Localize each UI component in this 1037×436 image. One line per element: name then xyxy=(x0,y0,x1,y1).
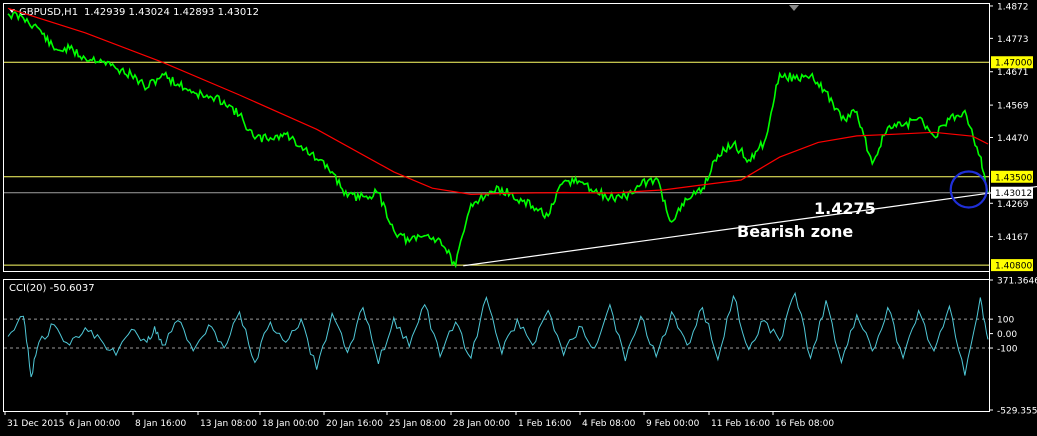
level-price-label: 1.47000 xyxy=(995,59,1032,69)
cci-tick-label: 100 xyxy=(997,316,1014,326)
price-annotation: 1.4275 xyxy=(814,199,876,218)
level-price-label: 1.40800 xyxy=(995,262,1032,272)
price-tick-label: 1.4167 xyxy=(997,233,1029,243)
price-tick-label: 1.4470 xyxy=(997,134,1029,144)
mt4-chart-window[interactable]: GBPUSD,H1 1.42939 1.43024 1.42893 1.4301… xyxy=(0,0,1037,436)
current-price-label: 1.43012 xyxy=(995,189,1032,199)
time-tick-label: 25 Jan 08:00 xyxy=(389,419,446,429)
time-tick-label: 16 Feb 08:00 xyxy=(775,419,834,429)
cci-title: CCI(20) -50.6037 xyxy=(9,283,95,294)
ohlc-readout: 1.42939 1.43024 1.42893 1.43012 xyxy=(84,7,259,18)
time-tick-label: 31 Dec 2015 xyxy=(7,419,65,429)
cci-pane-frame xyxy=(3,279,990,412)
price-tick-label: 1.4773 xyxy=(997,35,1029,45)
cci-series-line xyxy=(7,291,989,378)
time-tick-label: 4 Feb 08:00 xyxy=(582,419,636,429)
time-tick-label: 11 Feb 16:00 xyxy=(711,419,770,429)
price-tick-label: 1.4269 xyxy=(997,200,1029,210)
time-tick-label: 1 Feb 16:00 xyxy=(518,419,572,429)
price-tick-label: 1.4569 xyxy=(997,102,1029,112)
price-tick-label: 1.4671 xyxy=(997,68,1029,78)
time-tick-label: 6 Jan 00:00 xyxy=(69,419,121,429)
cci-tick-label: -529.3555 xyxy=(997,407,1037,417)
time-tick-label: 20 Jan 16:00 xyxy=(326,419,383,429)
time-tick-label: 8 Jan 16:00 xyxy=(135,419,187,429)
cci-tick-label: 0.00 xyxy=(997,330,1017,340)
time-tick-label: 18 Jan 00:00 xyxy=(262,419,319,429)
chart-shift-marker-icon[interactable] xyxy=(789,5,799,11)
time-tick-label: 13 Jan 08:00 xyxy=(200,419,257,429)
moving-average-line xyxy=(7,7,989,196)
bearish-zone-label: Bearish zone xyxy=(737,222,853,241)
symbol-label: GBPUSD,H1 xyxy=(19,7,78,18)
time-tick-label: 9 Feb 00:00 xyxy=(646,419,700,429)
cci-tick-label: -100 xyxy=(997,345,1018,355)
price-tick-label: 1.4872 xyxy=(997,2,1029,12)
level-price-label: 1.43500 xyxy=(995,173,1032,183)
cci-tick-label: 371.3646 xyxy=(997,277,1037,287)
time-tick-label: 28 Jan 00:00 xyxy=(453,419,510,429)
